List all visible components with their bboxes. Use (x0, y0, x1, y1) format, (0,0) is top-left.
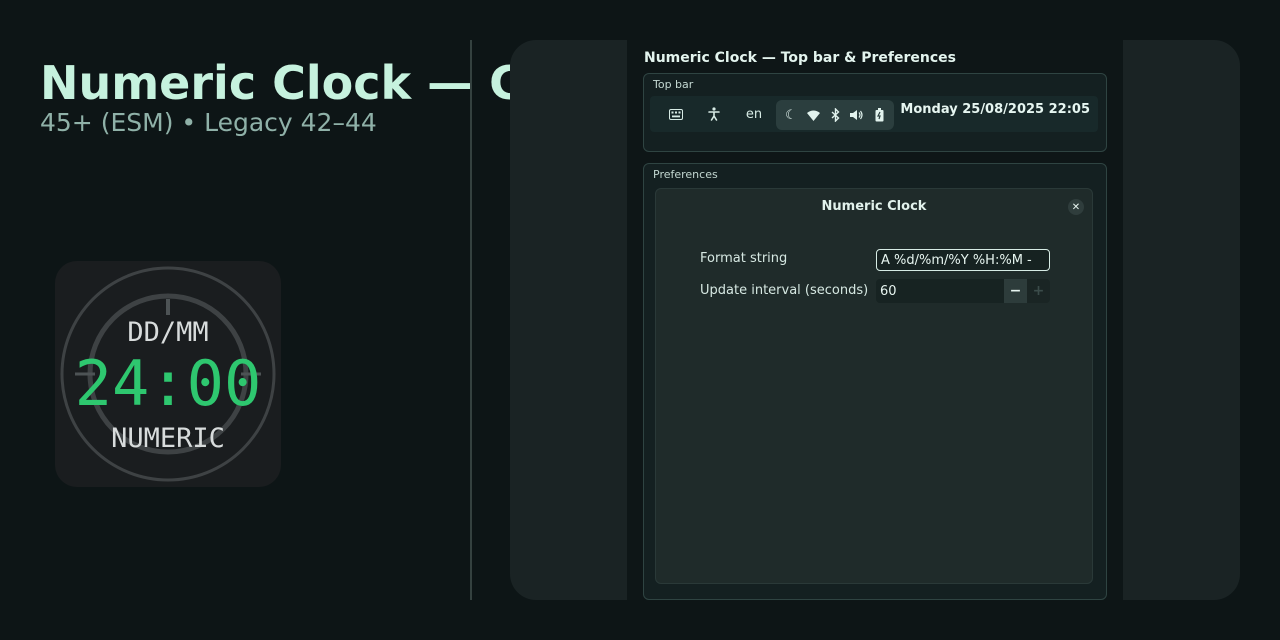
topbar-section-label: Top bar (653, 78, 694, 91)
update-interval-input[interactable] (876, 279, 1004, 303)
topbar-section: Top bar en ☾ Monday 25/08/2025 22:05 (643, 73, 1107, 152)
language-button[interactable]: en (740, 100, 768, 128)
panel-title: Numeric Clock — Top bar & Preferences (644, 50, 956, 66)
system-status-menu[interactable]: ☾ (776, 100, 894, 130)
preview-window: Numeric Clock — Top bar & Preferences To… (627, 40, 1123, 600)
bluetooth-icon (826, 106, 844, 124)
dialog-title: Numeric Clock (821, 199, 927, 214)
format-string-input[interactable] (876, 249, 1050, 271)
page-subtitle: 45+ (ESM) • Legacy 42–44 (40, 108, 377, 137)
keyboard-icon (669, 108, 683, 120)
accessibility-icon (708, 107, 720, 121)
volume-icon (848, 106, 866, 124)
top-bar-preview: en ☾ Monday 25/08/2025 22:05 (650, 96, 1098, 132)
battery-icon (870, 106, 888, 124)
update-interval-label: Update interval (seconds) (700, 283, 869, 298)
preferences-section-label: Preferences (653, 168, 718, 181)
close-icon: ✕ (1071, 201, 1081, 213)
preview-panel: Numeric Clock — Top bar & Preferences To… (510, 40, 1240, 600)
page-title: Numeric Clock — GNOME Shell Extension (40, 56, 510, 110)
logo-date-text: DD/MM (127, 317, 208, 348)
preferences-section: Preferences Numeric Clock ✕ Format strin… (643, 163, 1107, 600)
preferences-dialog: Numeric Clock ✕ Format string Update int… (655, 188, 1093, 584)
decrement-button[interactable]: − (1004, 279, 1027, 303)
keyboard-button[interactable] (664, 100, 688, 128)
topbar-clock[interactable]: Monday 25/08/2025 22:05 (900, 102, 1090, 117)
clock-logo: DD/MM 24:00 NUMERIC (55, 261, 281, 487)
logo-bottom-text: NUMERIC (111, 423, 225, 454)
accessibility-button[interactable] (702, 100, 726, 128)
increment-button[interactable]: + (1027, 279, 1050, 303)
close-button[interactable]: ✕ (1068, 199, 1084, 215)
wifi-icon (804, 106, 822, 124)
vertical-divider (470, 40, 472, 600)
format-string-label: Format string (700, 251, 788, 266)
clock-face-icon: DD/MM 24:00 NUMERIC (60, 266, 276, 482)
logo-time-text: 24:00 (75, 347, 262, 420)
moon-icon: ☾ (785, 107, 797, 123)
